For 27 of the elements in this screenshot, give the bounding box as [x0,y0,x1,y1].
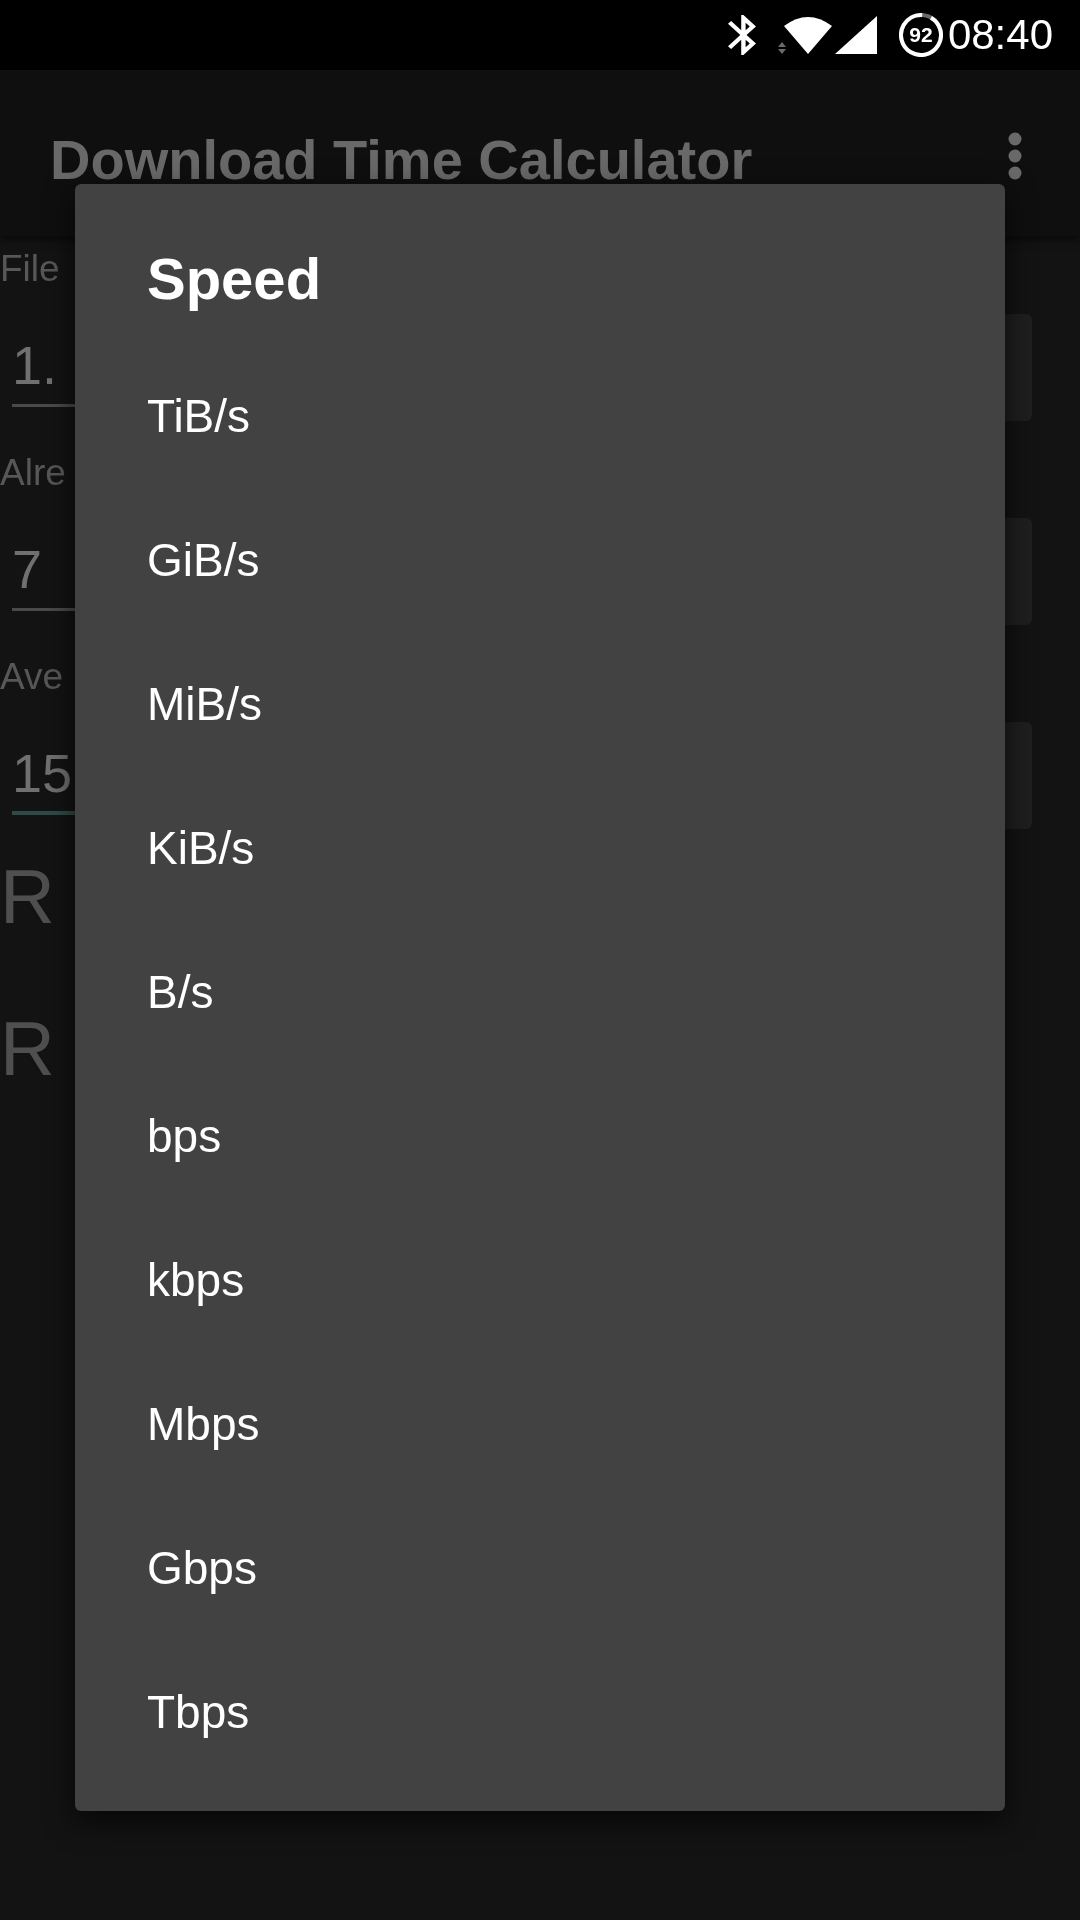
speed-option[interactable]: kbps [75,1208,1005,1352]
speed-option[interactable]: TiB/s [75,344,1005,488]
speed-option[interactable]: Tbps [75,1640,1005,1784]
dialog-title: Speed [147,248,323,310]
cell-signal-icon [834,16,877,54]
speed-option[interactable]: B/s [75,920,1005,1064]
speed-option[interactable]: MiB/s [75,632,1005,776]
dropdown-button[interactable] [1005,518,1032,625]
wifi-icon [777,15,832,55]
speed-option[interactable]: bps [75,1064,1005,1208]
field-label: File [0,247,60,291]
dropdown-button[interactable] [1005,314,1032,421]
speed-option[interactable]: Mbps [75,1352,1005,1496]
speed-option[interactable]: GiB/s [75,488,1005,632]
speed-option[interactable]: Gbps [75,1496,1005,1640]
overflow-menu-icon[interactable] [1008,132,1022,180]
app-title: Download Time Calculator [50,137,753,183]
clock-time: 08:40 [947,11,1053,59]
bluetooth-icon [727,15,756,55]
field-label: Alre [0,451,66,495]
dropdown-button[interactable] [1005,722,1032,829]
result-text: R [0,853,55,941]
battery-percent: 92 [909,24,933,46]
field-label: Ave [0,655,64,699]
speed-option[interactable]: KiB/s [75,776,1005,920]
battery-icon [898,13,943,57]
result-text: R [0,1005,55,1093]
